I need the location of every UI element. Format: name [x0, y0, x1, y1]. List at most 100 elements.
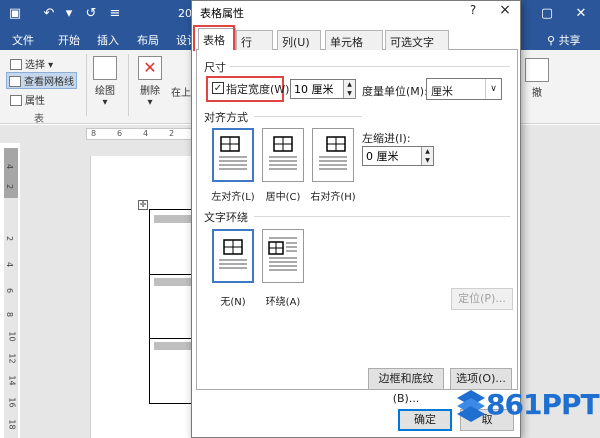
wrap-around-icon	[268, 237, 297, 271]
arrange-button[interactable]: 撤	[524, 58, 550, 99]
ok-button[interactable]: 确定	[398, 409, 452, 431]
share-label: 共享	[558, 34, 581, 47]
restore-icon[interactable]: ▢	[534, 4, 560, 24]
section-divider	[254, 116, 362, 117]
ruler-number: 14	[7, 375, 17, 386]
ruler-number: 2	[169, 129, 175, 138]
ruler-number: 6	[5, 287, 15, 294]
indent-spinner[interactable]: ▲ ▼	[362, 146, 434, 166]
redo-icon[interactable]: ↺	[82, 5, 100, 23]
section-divider	[254, 216, 510, 217]
align-right-icon	[319, 136, 347, 170]
ruler-strip: 8 6 4 2	[86, 128, 200, 140]
spin-up-icon[interactable]: ▲	[421, 147, 433, 156]
align-left-label: 左对齐(L)	[211, 192, 255, 203]
ruler-number: 4	[5, 163, 15, 170]
specify-width-label: 指定宽度(W):	[226, 83, 294, 96]
ruler-number: 18	[7, 419, 17, 430]
chevron-down-icon: ∨	[485, 79, 501, 99]
ribbon-separator	[86, 54, 87, 116]
vertical-ruler: 4 2 2 4 6 8 10 12 14 16 18	[4, 148, 18, 438]
ribbon-separator	[128, 54, 129, 116]
width-spinner[interactable]: ▲ ▼	[290, 79, 356, 99]
gridlines-icon	[9, 76, 21, 87]
dialog-title: 表格属性	[200, 7, 244, 20]
ruler-number: 12	[7, 353, 17, 364]
align-right-label: 右对齐(H)	[310, 192, 356, 203]
align-center-option[interactable]	[262, 128, 304, 182]
ruler-number: 8	[5, 311, 15, 318]
share-button[interactable]: ⚲ 共享	[547, 32, 581, 48]
select-button[interactable]: 选择 ▾	[10, 56, 53, 71]
group-label-table: 表	[34, 114, 44, 125]
draw-icon	[93, 56, 117, 80]
spin-up-icon[interactable]: ▲	[343, 80, 355, 89]
align-right-option[interactable]	[312, 128, 354, 182]
document-title: 20	[178, 7, 192, 20]
ruler-number: 16	[7, 397, 17, 408]
tab-layout[interactable]: 布局	[137, 32, 159, 48]
indent-label: 左缩进(I):	[362, 132, 411, 145]
borders-and-shading-button[interactable]: 边框和底纹(B)...	[368, 368, 444, 405]
table-move-handle-icon[interactable]: ✛	[138, 200, 148, 210]
position-button[interactable]: 定位(P)...	[451, 288, 513, 310]
select-icon	[10, 59, 22, 70]
align-left-option[interactable]	[212, 128, 254, 182]
align-center-label: 居中(C)	[265, 192, 301, 203]
delete-button[interactable]: ✕ 删除 ▾	[136, 56, 164, 108]
tab-file[interactable]: 文件	[12, 32, 34, 48]
align-left-icon	[219, 136, 247, 170]
watermark-logo-icon	[457, 390, 485, 422]
undo-icon[interactable]: ↶	[40, 5, 58, 23]
customize-qat-icon[interactable]: ≡	[106, 5, 124, 23]
ruler-number: 8	[91, 129, 97, 138]
tab-column[interactable]: 列(U)	[277, 30, 321, 50]
insert-above-button[interactable]: 在上	[170, 84, 192, 99]
table-properties-dialog: 表格属性 ? × 行(R) 列(U) 单元格(E) 可选文字(A) 表格(T) …	[191, 0, 521, 438]
watermark-text: 861PPT	[486, 388, 600, 421]
size-section-label: 尺寸	[204, 61, 226, 74]
tab-alt-text[interactable]: 可选文字(A)	[385, 30, 449, 63]
spin-down-icon[interactable]: ▼	[343, 89, 355, 98]
view-gridlines-button[interactable]: 查看网格线	[6, 72, 77, 89]
alignment-section-label: 对齐方式	[204, 111, 248, 124]
tab-home[interactable]: 开始	[58, 32, 80, 48]
tab-cell[interactable]: 单元格(E)	[325, 30, 383, 63]
wrap-none-icon	[219, 239, 247, 269]
delete-table-icon: ✕	[138, 56, 162, 80]
properties-button[interactable]: 属性	[10, 92, 45, 107]
wrap-none-label: 无(N)	[220, 297, 246, 308]
ruler-number: 6	[117, 129, 123, 138]
ruler-number: 2	[5, 183, 15, 190]
dialog-close-button[interactable]: ×	[494, 2, 516, 20]
qat-dropdown-icon[interactable]: ▾	[60, 5, 78, 23]
measure-unit-value: 厘米	[431, 85, 453, 98]
options-button[interactable]: 选项(O)...	[450, 368, 512, 390]
ruler-number: 2	[5, 235, 15, 242]
specify-width-checkbox[interactable]: ✓	[212, 82, 224, 94]
tab-row[interactable]: 行(R)	[236, 30, 273, 63]
wrapping-section-label: 文字环绕	[204, 211, 248, 224]
window-close-icon[interactable]: ✕	[568, 4, 594, 24]
width-input[interactable]	[294, 82, 342, 95]
draw-button[interactable]: 绘图 ▾	[92, 56, 118, 108]
wrap-around-option[interactable]	[262, 229, 304, 283]
arrange-icon	[525, 58, 549, 82]
dialog-tabs: 行(R) 列(U) 单元格(E) 可选文字(A) 表格(T)	[196, 28, 518, 63]
ruler-margin	[4, 148, 18, 198]
wrap-none-option[interactable]	[212, 229, 254, 283]
wrap-around-label: 环绕(A)	[265, 297, 301, 308]
save-icon[interactable]: ▣	[6, 5, 24, 23]
tab-insert[interactable]: 插入	[97, 32, 119, 48]
indent-input[interactable]	[366, 149, 420, 162]
help-button[interactable]: ?	[464, 3, 482, 19]
properties-icon	[10, 95, 22, 106]
person-icon: ⚲	[547, 34, 556, 47]
measure-unit-select[interactable]: 厘米 ∨	[426, 78, 502, 100]
section-divider	[230, 66, 510, 67]
align-center-icon	[269, 136, 297, 170]
spin-down-icon[interactable]: ▼	[421, 156, 433, 165]
ruler-number: 10	[7, 331, 17, 342]
tab-highlight-box	[193, 25, 235, 51]
ruler-number: 4	[5, 261, 15, 268]
